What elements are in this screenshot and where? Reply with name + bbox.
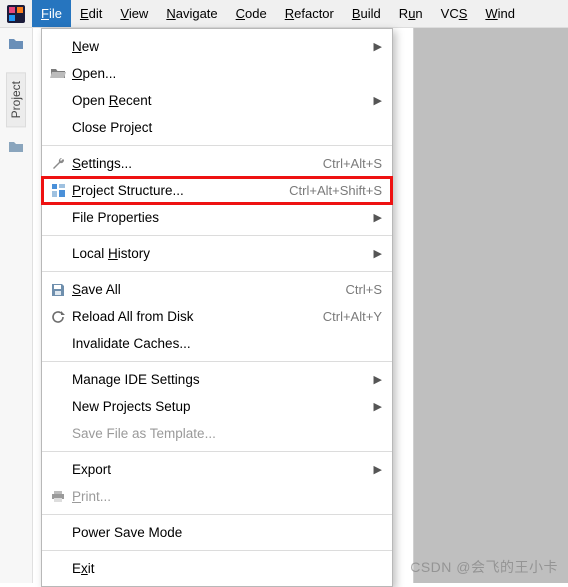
save-icon (48, 283, 68, 297)
menu-item-power-save-mode[interactable]: Power Save Mode (42, 519, 392, 546)
menu-window[interactable]: Wind (476, 0, 524, 27)
menu-item-settings[interactable]: Settings... Ctrl+Alt+S (42, 150, 392, 177)
chevron-right-icon: ▶ (374, 400, 382, 413)
menu-vcs[interactable]: VCS (432, 0, 477, 27)
menu-separator (42, 271, 392, 272)
menu-item-new-projects-setup[interactable]: New Projects Setup ▶ (42, 393, 392, 420)
menu-run[interactable]: Run (390, 0, 432, 27)
app-logo-icon (0, 0, 32, 27)
print-icon (48, 490, 68, 503)
menu-separator (42, 235, 392, 236)
tool-window-rail: Project (0, 28, 33, 583)
menu-item-print: Print... (42, 483, 392, 510)
project-structure-icon (48, 183, 68, 198)
chevron-right-icon: ▶ (374, 463, 382, 476)
file-menu-dropdown: New ▶ Open... Open Recent ▶ Close Projec… (41, 28, 393, 587)
folder-icon[interactable] (6, 34, 26, 54)
menu-edit[interactable]: Edit (71, 0, 111, 27)
menu-separator (42, 514, 392, 515)
reload-icon (48, 310, 68, 324)
menu-item-file-properties[interactable]: File Properties ▶ (42, 204, 392, 231)
watermark-text: CSDN @会飞的王小卡 (410, 557, 558, 577)
menu-item-save-all[interactable]: Save All Ctrl+S (42, 276, 392, 303)
menu-refactor[interactable]: Refactor (276, 0, 343, 27)
menu-separator (42, 451, 392, 452)
wrench-icon (48, 156, 68, 171)
menu-code[interactable]: Code (227, 0, 276, 27)
folder-open-icon (48, 67, 68, 80)
menu-item-open[interactable]: Open... (42, 60, 392, 87)
menubar: File Edit View Navigate Code Refactor Bu… (0, 0, 568, 28)
chevron-right-icon: ▶ (374, 211, 382, 224)
folder-icon[interactable] (6, 137, 26, 157)
menu-item-local-history[interactable]: Local History ▶ (42, 240, 392, 267)
menu-item-project-structure[interactable]: Project Structure... Ctrl+Alt+Shift+S (42, 177, 392, 204)
menu-view[interactable]: View (111, 0, 157, 27)
menu-separator (42, 145, 392, 146)
menu-item-new[interactable]: New ▶ (42, 33, 392, 60)
chevron-right-icon: ▶ (374, 373, 382, 386)
menu-item-exit[interactable]: Exit (42, 555, 392, 582)
menu-item-save-as-template: Save File as Template... (42, 420, 392, 447)
shortcut-label: Ctrl+Alt+S (323, 156, 382, 171)
menu-item-manage-ide-settings[interactable]: Manage IDE Settings ▶ (42, 366, 392, 393)
menu-item-reload-from-disk[interactable]: Reload All from Disk Ctrl+Alt+Y (42, 303, 392, 330)
menu-separator (42, 361, 392, 362)
chevron-right-icon: ▶ (374, 94, 382, 107)
shortcut-label: Ctrl+Alt+Shift+S (289, 183, 382, 198)
chevron-right-icon: ▶ (374, 247, 382, 260)
editor-canvas (413, 28, 568, 583)
menu-separator (42, 550, 392, 551)
menu-item-close-project[interactable]: Close Project (42, 114, 392, 141)
menu-build[interactable]: Build (343, 0, 390, 27)
shortcut-label: Ctrl+Alt+Y (323, 309, 382, 324)
menu-file[interactable]: File (32, 0, 71, 27)
menu-navigate[interactable]: Navigate (157, 0, 226, 27)
menu-item-invalidate-caches[interactable]: Invalidate Caches... (42, 330, 392, 357)
menu-item-open-recent[interactable]: Open Recent ▶ (42, 87, 392, 114)
project-tool-tab[interactable]: Project (6, 72, 26, 127)
chevron-right-icon: ▶ (374, 40, 382, 53)
menu-item-export[interactable]: Export ▶ (42, 456, 392, 483)
shortcut-label: Ctrl+S (346, 282, 382, 297)
